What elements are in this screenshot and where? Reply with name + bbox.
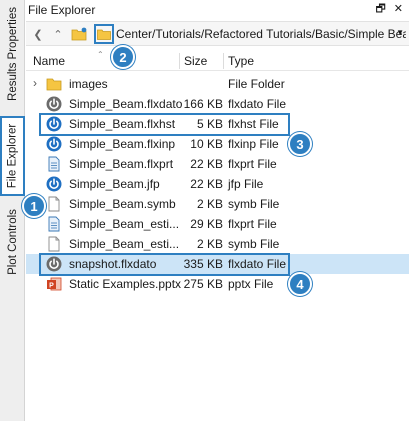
file-type: flxdato File <box>228 97 287 111</box>
file-type: flxinp File <box>228 137 279 151</box>
tab-file-explorer-label: File Explorer <box>6 123 19 189</box>
file-size: 2 KB <box>196 197 223 211</box>
file-row[interactable]: Simple_Beam.flxinp 10 KB flxinp File <box>26 134 409 154</box>
power-blue-icon <box>46 136 62 152</box>
folder-icon <box>97 29 111 40</box>
file-size: 22 KB <box>190 157 223 171</box>
file-name: Static Examples.pptx <box>69 277 182 291</box>
file-size: 29 KB <box>190 217 223 231</box>
chevron-down-icon[interactable]: ▼ <box>396 28 404 37</box>
file-name: Simple_Beam_esti... <box>69 237 180 251</box>
folder-icon <box>46 76 62 92</box>
tab-plot-controls-label: Plot Controls <box>6 209 19 275</box>
callout-badge-1: 1 <box>22 194 46 218</box>
path-text: Center/Tutorials/Refactored Tutorials/Ba… <box>116 27 406 41</box>
svg-text:P: P <box>49 282 54 289</box>
power-blue-icon <box>46 116 62 132</box>
file-size: 5 KB <box>196 117 223 131</box>
pin-icon[interactable]: 🗗 <box>375 3 385 15</box>
file-row[interactable]: Simple_Beam_esti... 29 KB flxprt File <box>26 214 409 234</box>
file-row[interactable]: Simple_Beam.flxdato 166 KB flxdato File <box>26 94 409 114</box>
file-size: 275 KB <box>183 277 223 291</box>
document-icon <box>46 196 62 212</box>
file-size: 10 KB <box>190 137 223 151</box>
powerpoint-icon: P <box>46 276 62 292</box>
up-button[interactable]: ⌃ <box>50 26 66 42</box>
file-type: File Folder <box>228 77 285 91</box>
file-name: Simple_Beam.flxhst <box>69 117 176 131</box>
file-size: 335 KB <box>183 257 223 271</box>
file-type: symb File <box>228 197 280 211</box>
panel-title: File Explorer <box>28 3 96 17</box>
file-name: Simple_Beam.flxinp <box>69 137 176 151</box>
power-gray-icon <box>46 256 62 272</box>
file-name: Simple_Beam.flxprt <box>69 157 174 171</box>
new-folder-button[interactable] <box>71 26 87 42</box>
file-row[interactable]: › images File Folder <box>26 74 409 94</box>
file-name: Simple_Beam.jfp <box>69 177 160 191</box>
tab-file-explorer[interactable]: File Explorer <box>0 116 25 196</box>
power-gray-icon <box>46 96 62 112</box>
back-icon: ❮ <box>33 28 43 41</box>
column-separator[interactable] <box>179 53 180 69</box>
side-tab-strip: Results Properties File Explorer Plot Co… <box>0 0 25 421</box>
callout-badge-4: 4 <box>288 272 312 296</box>
file-size: 166 KB <box>183 97 223 111</box>
file-name: Simple_Beam.flxdato <box>69 97 183 111</box>
column-header-size[interactable]: Size <box>184 51 224 71</box>
path-combobox[interactable]: Center/Tutorials/Refactored Tutorials/Ba… <box>114 25 406 43</box>
file-row[interactable]: Simple_Beam.jfp 22 KB jfp File <box>26 174 409 194</box>
file-type: flxdato File <box>228 257 287 271</box>
document-icon <box>46 236 62 252</box>
document-blue-icon <box>46 216 62 232</box>
column-type-label: Type <box>228 54 255 68</box>
file-size: 2 KB <box>196 237 223 251</box>
file-name: images <box>69 77 108 91</box>
file-type: pptx File <box>228 277 274 291</box>
file-type: flxprt File <box>228 157 277 171</box>
file-type: flxhst File <box>228 117 279 131</box>
explorer-toolbar: ❮ ⌃ Center/Tutorials/Refactored Tutorial… <box>26 21 409 46</box>
file-type: symb File <box>228 237 280 251</box>
tab-results-properties[interactable]: Results Properties <box>0 2 25 105</box>
file-row[interactable]: P Static Examples.pptx 275 KB pptx File <box>26 274 409 294</box>
file-type: flxprt File <box>228 217 277 231</box>
file-row[interactable]: Simple_Beam.flxprt 22 KB flxprt File <box>26 154 409 174</box>
callout-badge-2: 2 <box>111 45 135 69</box>
browse-folder-button[interactable] <box>94 24 114 44</box>
file-row[interactable]: snapshot.flxdato 335 KB flxdato File <box>26 254 409 274</box>
tab-plot-controls[interactable]: Plot Controls <box>0 204 25 280</box>
callout-badge-3: 3 <box>288 132 312 156</box>
expand-chevron-icon[interactable]: › <box>33 76 37 90</box>
list-header: ⌃ Name Size Type <box>26 50 409 71</box>
file-size: 22 KB <box>190 177 223 191</box>
back-button[interactable]: ❮ <box>30 26 46 42</box>
tab-results-properties-label: Results Properties <box>6 6 19 101</box>
file-name: Simple_Beam.symb <box>69 197 176 211</box>
file-explorer-panel: File Explorer 🗗 ✕ ❮ ⌃ Center/Tutorials/R… <box>26 0 409 421</box>
column-header-type[interactable]: Type <box>228 51 378 71</box>
panel-title-bar: File Explorer 🗗 ✕ <box>26 0 409 20</box>
power-blue-icon <box>46 176 62 192</box>
up-icon: ⌃ <box>53 28 63 41</box>
file-type: jfp File <box>228 177 264 191</box>
close-icon[interactable]: ✕ <box>394 3 403 15</box>
file-row[interactable]: Simple_Beam_esti... 2 KB symb File <box>26 234 409 254</box>
file-name: snapshot.flxdato <box>69 257 157 271</box>
column-separator[interactable] <box>223 53 224 69</box>
column-name-label: Name <box>33 54 66 68</box>
column-size-label: Size <box>184 54 208 68</box>
document-blue-icon <box>46 156 62 172</box>
file-row[interactable]: Simple_Beam.flxhst 5 KB flxhst File <box>26 114 409 134</box>
file-row[interactable]: Simple_Beam.symb 2 KB symb File <box>26 194 409 214</box>
new-folder-icon <box>71 27 87 41</box>
file-name: Simple_Beam_esti... <box>69 217 180 231</box>
column-header-name[interactable]: Name <box>33 51 179 71</box>
